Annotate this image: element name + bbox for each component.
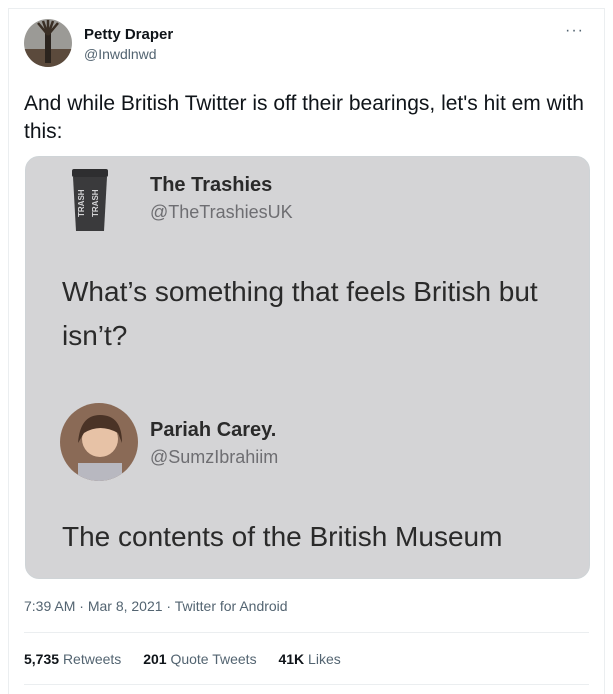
tweet-time[interactable]: 7:39 AM (24, 598, 75, 614)
likes-label: Likes (308, 651, 341, 667)
author-name[interactable]: Petty Draper (84, 26, 173, 43)
retweets-stat[interactable]: 5,735 Retweets (24, 651, 121, 667)
svg-text:TRASH: TRASH (77, 189, 86, 217)
tweet-stats: 5,735 Retweets 201 Quote Tweets 41K Like… (24, 651, 359, 667)
author-avatar[interactable] (24, 19, 72, 67)
tweet-media-image[interactable]: TRASH TRASH The Trashies @TheTrashiesUK … (25, 156, 590, 579)
meta-separator: · (75, 598, 88, 614)
author-handle[interactable]: @Inwdlnwd (84, 46, 157, 62)
quoted-author-handle: @TheTrashiesUK (150, 202, 293, 222)
tweet-text: And while British Twitter is off their b… (24, 92, 584, 143)
svg-text:TRASH: TRASH (91, 189, 100, 217)
retweets-label: Retweets (62, 651, 122, 667)
likes-stat[interactable]: 41K Likes (278, 651, 340, 667)
quote-tweets-count: 201 (143, 651, 167, 667)
quote-tweets-stat[interactable]: 201 Quote Tweets (143, 651, 256, 667)
reply-author-name: Pariah Carey. (150, 419, 277, 441)
tweet-date[interactable]: Mar 8, 2021 (88, 598, 163, 614)
meta-separator: · (162, 598, 175, 614)
quote-tweets-label: Quote Tweets (170, 651, 257, 667)
quoted-author-name: The Trashies (150, 174, 273, 196)
reply-author-handle: @SumzIbrahiim (150, 447, 279, 467)
ellipsis-icon: ··· (565, 22, 584, 39)
reply-tweet-text: The contents of the British Museum (62, 521, 503, 552)
divider (24, 684, 589, 685)
more-options-button[interactable]: ··· (565, 22, 584, 40)
reply-author-avatar (60, 403, 138, 481)
likes-count: 41K (278, 651, 305, 667)
quoted-tweet-text: What’s something that feels British but … (62, 276, 538, 351)
divider (24, 632, 589, 633)
tweet-metadata: 7:39 AM · Mar 8, 2021 · Twitter for Andr… (24, 598, 288, 614)
retweets-count: 5,735 (24, 651, 60, 667)
tweet-source[interactable]: Twitter for Android (175, 598, 288, 614)
trashies-logo: TRASH TRASH (70, 169, 110, 233)
